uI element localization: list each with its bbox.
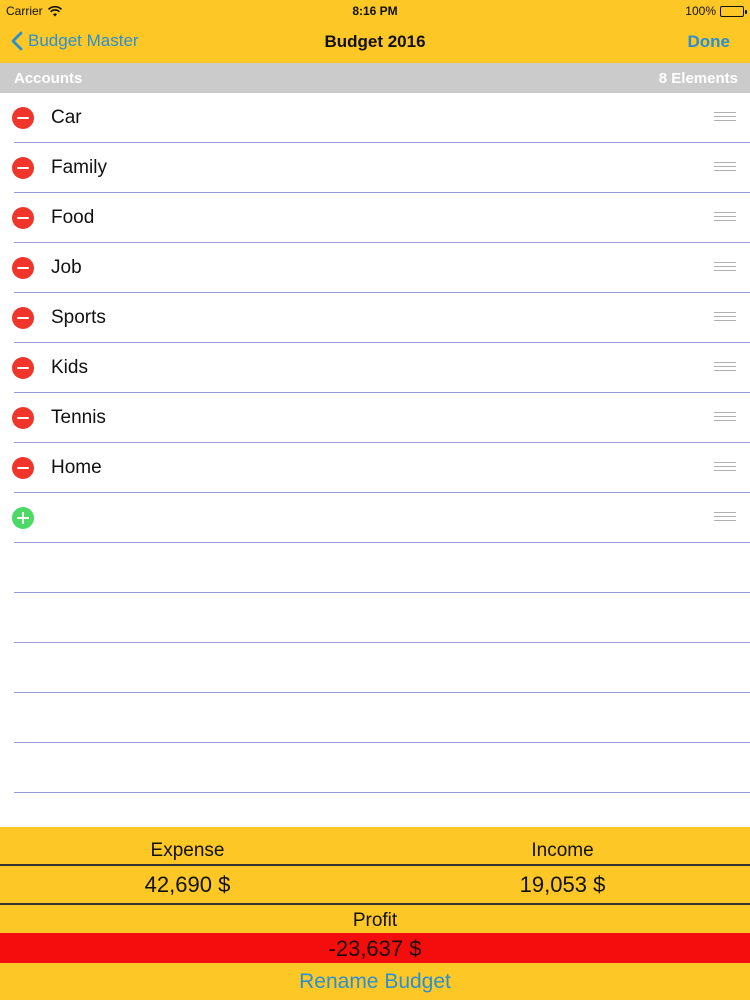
account-label: Job <box>51 257 82 278</box>
delete-icon[interactable] <box>12 157 34 179</box>
list-item[interactable]: Tennis <box>0 393 750 443</box>
totals-labels: Expense Income <box>0 827 750 864</box>
list-item[interactable]: Job <box>0 243 750 293</box>
add-icon[interactable] <box>12 507 34 529</box>
account-label: Home <box>51 457 102 478</box>
delete-icon[interactable] <box>12 357 34 379</box>
account-label: Family <box>51 157 107 178</box>
list-item[interactable]: Car <box>0 93 750 143</box>
reorder-handle-icon[interactable] <box>714 362 736 373</box>
rename-budget-button[interactable]: Rename Budget <box>0 967 750 1000</box>
reorder-handle-icon[interactable] <box>714 162 736 173</box>
delete-icon[interactable] <box>12 407 34 429</box>
empty-row <box>0 593 750 643</box>
battery-percent: 100% <box>685 4 716 18</box>
reorder-handle-icon[interactable] <box>714 262 736 273</box>
reorder-handle-icon[interactable] <box>714 462 736 473</box>
delete-icon[interactable] <box>12 107 34 129</box>
delete-icon[interactable] <box>12 307 34 329</box>
income-value: 19,053 $ <box>519 872 606 897</box>
empty-row <box>0 643 750 693</box>
budget-summary: Expense Income 42,690 $ 19,053 $ Profit … <box>0 827 750 1000</box>
delete-icon[interactable] <box>12 207 34 229</box>
reorder-handle-icon[interactable] <box>714 112 736 123</box>
empty-row <box>0 543 750 593</box>
list-item[interactable]: Food <box>0 193 750 243</box>
profit-value: -23,637 $ <box>0 933 750 963</box>
account-label: Kids <box>51 357 88 378</box>
account-label: Car <box>51 107 82 128</box>
accounts-section-header: Accounts 8 Elements <box>0 63 750 93</box>
expense-label: Expense <box>150 840 225 861</box>
delete-icon[interactable] <box>12 457 34 479</box>
list-item[interactable]: Family <box>0 143 750 193</box>
empty-row <box>0 743 750 793</box>
reorder-handle-icon[interactable] <box>714 312 736 323</box>
list-item[interactable]: Sports <box>0 293 750 343</box>
divider <box>0 903 750 905</box>
empty-row <box>0 693 750 743</box>
status-bar: Carrier 8:16 PM 100% <box>0 0 750 22</box>
profit-label: Profit <box>352 910 398 931</box>
status-time: 8:16 PM <box>352 4 398 18</box>
add-account-row[interactable] <box>0 493 750 543</box>
navigation-bar: Budget Master Budget 2016 Done <box>0 22 750 63</box>
reorder-handle-icon[interactable] <box>714 412 736 423</box>
totals-values: 42,690 $ 19,053 $ <box>0 866 750 903</box>
account-label: Sports <box>51 307 106 328</box>
section-title: Accounts <box>14 70 83 87</box>
battery-info: 100% <box>685 4 747 18</box>
divider <box>14 792 750 793</box>
list-item[interactable]: Home <box>0 443 750 493</box>
income-label: Income <box>531 840 594 861</box>
account-label: Tennis <box>51 407 106 428</box>
done-button[interactable]: Done <box>688 32 731 52</box>
reorder-handle-icon[interactable] <box>714 512 736 523</box>
accounts-list: Car Family Food Job Sports Kids Tennis H… <box>0 93 750 793</box>
reorder-handle-icon[interactable] <box>714 212 736 223</box>
account-label: Food <box>51 207 95 228</box>
expense-value: 42,690 $ <box>144 872 231 897</box>
delete-icon[interactable] <box>12 257 34 279</box>
list-item[interactable]: Kids <box>0 343 750 393</box>
page-title: Budget 2016 <box>324 32 426 51</box>
battery-icon <box>720 5 747 17</box>
element-count: 8 Elements <box>658 70 738 87</box>
